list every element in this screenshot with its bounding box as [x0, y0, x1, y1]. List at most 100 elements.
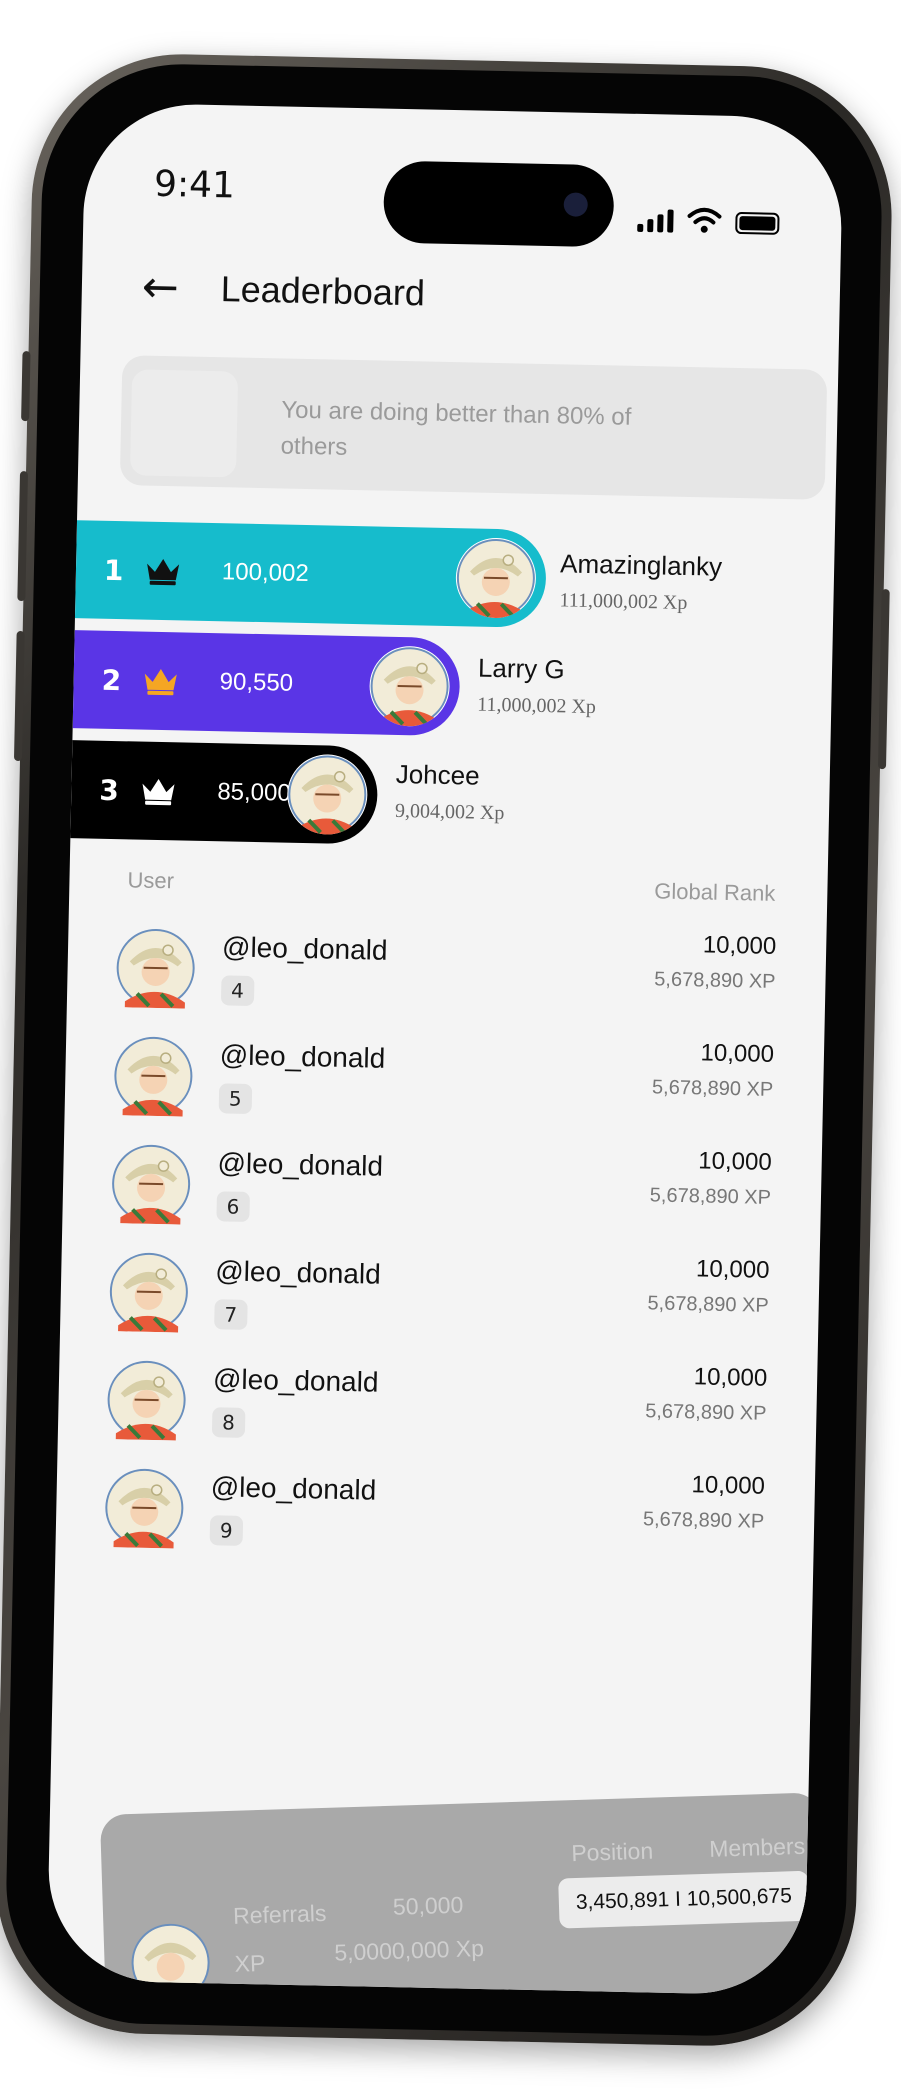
global-rank-value: 10,000	[700, 1039, 775, 1068]
user-handle: @leo_donald	[215, 1255, 382, 1290]
podium-row-3[interactable]: 3 85,000	[70, 740, 379, 845]
avatar	[116, 928, 195, 1009]
podium-score: 85,000	[217, 778, 292, 807]
user-handle: @leo_donald	[212, 1363, 379, 1398]
avatar	[368, 645, 451, 728]
podium-info-2: Larry G 11,000,002 Xp	[477, 653, 597, 719]
crown-icon	[144, 668, 177, 696]
podium-name: Amazinglanky	[559, 548, 723, 582]
phone-bezel: 9:41 ← Leaderboard You are doing better …	[3, 61, 885, 2039]
avatar	[112, 1144, 191, 1225]
podium-info-3: Johcee 9,004,002 Xp	[395, 759, 506, 825]
user-handle: @leo_donald	[210, 1471, 377, 1506]
table-row[interactable]: @leo_donald 9 10,000 5,678,890 XP	[103, 1459, 765, 1583]
table-row[interactable]: @leo_donald 5 10,000 5,678,890 XP	[112, 1027, 774, 1151]
global-rank-xp: 5,678,890 XP	[651, 1076, 774, 1101]
global-rank-xp: 5,678,890 XP	[647, 1292, 769, 1317]
list-header: User Global Rank	[127, 867, 775, 907]
header: ← Leaderboard	[141, 262, 425, 319]
podium-xp: 111,000,002 Xp	[559, 589, 688, 614]
rank-badge: 7	[214, 1299, 248, 1330]
my-stats-panel: Referrals 50,000 XP 5,0000,000 Xp Positi…	[99, 1792, 828, 1996]
performance-banner: You are doing better than 80% of others	[119, 355, 828, 500]
user-handle: @leo_donald	[219, 1039, 386, 1074]
global-rank-value: 10,000	[693, 1363, 768, 1392]
avatar	[105, 1468, 184, 1549]
global-rank-value: 10,000	[691, 1471, 766, 1500]
global-rank: 10,000 5,678,890 XP	[650, 1146, 772, 1210]
global-rank-value: 10,000	[695, 1255, 770, 1284]
podium-rank: 2	[101, 663, 122, 697]
camera-icon	[563, 192, 588, 217]
avatar	[131, 1923, 210, 1996]
user-handle: @leo_donald	[217, 1147, 384, 1182]
xp-label: XP	[234, 1949, 266, 1977]
dynamic-island	[382, 160, 615, 248]
podium-xp: 11,000,002 Xp	[477, 693, 597, 719]
avatar	[107, 1360, 186, 1441]
podium-row-2[interactable]: 2 90,550	[72, 630, 461, 737]
column-global-rank: Global Rank	[654, 878, 776, 906]
podium: 1 100,002 Amazinglanky 111,000,002 Xp 2 …	[70, 102, 844, 845]
podium-rank: 3	[99, 773, 120, 807]
global-rank-xp: 5,678,890 XP	[649, 1184, 772, 1209]
podium-rank: 1	[103, 553, 124, 587]
leaderboard-list: @leo_donald 4 10,000 5,678,890 XP @leo_d…	[86, 102, 844, 1549]
referrals-value: 50,000	[392, 1891, 464, 1920]
table-row[interactable]: @leo_donald 7 10,000 5,678,890 XP	[108, 1243, 770, 1367]
column-user: User	[127, 867, 175, 894]
position-label: Position	[570, 1837, 654, 1867]
table-row[interactable]: @leo_donald 4 10,000 5,678,890 XP	[114, 919, 777, 1043]
crown-icon	[142, 778, 175, 806]
avatar	[455, 537, 537, 619]
global-rank-xp: 5,678,890 XP	[642, 1508, 765, 1533]
podium-info-1: Amazinglanky 111,000,002 Xp	[559, 548, 722, 615]
volume-up-button	[17, 470, 29, 602]
global-rank: 10,000 5,678,890 XP	[645, 1362, 767, 1426]
banner-text: You are doing better than 80% of others	[280, 396, 632, 461]
avatar	[109, 1252, 188, 1333]
podium-name: Larry G	[477, 652, 565, 685]
xp-value: 5,0000,000 Xp	[333, 1934, 485, 1966]
rank-badge: 4	[220, 975, 255, 1007]
global-rank-value: 10,000	[702, 931, 777, 960]
status-icons	[637, 206, 780, 235]
banner-image	[129, 369, 239, 478]
screen: 9:41 ← Leaderboard You are doing better …	[46, 102, 844, 1996]
global-rank-value: 10,000	[698, 1147, 773, 1176]
podium-xp: 9,004,002 Xp	[394, 799, 505, 825]
crown-shape	[142, 778, 175, 801]
rank-badge: 9	[209, 1515, 243, 1546]
referrals-label: Referrals	[232, 1899, 327, 1929]
podium-name: Johcee	[395, 758, 480, 791]
podium-score: 100,002	[221, 558, 309, 588]
power-button	[877, 589, 890, 770]
global-rank-xp: 5,678,890 XP	[654, 968, 776, 993]
table-row[interactable]: @leo_donald 8 10,000 5,678,890 XP	[105, 1351, 767, 1475]
global-rank-xp: 5,678,890 XP	[645, 1400, 767, 1425]
crown-base	[147, 690, 174, 696]
rank-badge: 8	[211, 1407, 246, 1438]
page-title: Leaderboard	[220, 267, 426, 313]
rank-badge: 5	[218, 1083, 252, 1114]
status-time: 9:41	[153, 163, 236, 207]
global-rank: 10,000 5,678,890 XP	[654, 930, 776, 994]
avatar	[114, 1036, 193, 1117]
global-rank: 10,000 5,678,890 XP	[652, 1038, 774, 1102]
crown-icon	[147, 559, 180, 586]
volume-down-button	[13, 630, 25, 762]
members-label: Members	[708, 1832, 806, 1862]
global-rank: 10,000 5,678,890 XP	[643, 1470, 765, 1534]
crown-base	[149, 580, 176, 586]
rank-badge: 6	[216, 1191, 250, 1222]
global-rank: 10,000 5,678,890 XP	[647, 1254, 769, 1318]
podium-row-1[interactable]: 1 100,002	[74, 520, 547, 629]
position-members-box: 3,450,891 I 10,500,675	[558, 1870, 810, 1929]
phone-frame: 9:41 ← Leaderboard You are doing better …	[0, 51, 895, 2049]
crown-shape	[147, 559, 180, 581]
crown-base	[145, 800, 172, 806]
table-row[interactable]: @leo_donald 6 10,000 5,678,890 XP	[110, 1135, 772, 1259]
arrow-left-icon[interactable]: ←	[141, 262, 179, 314]
crown-shape	[144, 668, 177, 691]
battery-icon	[735, 211, 780, 235]
